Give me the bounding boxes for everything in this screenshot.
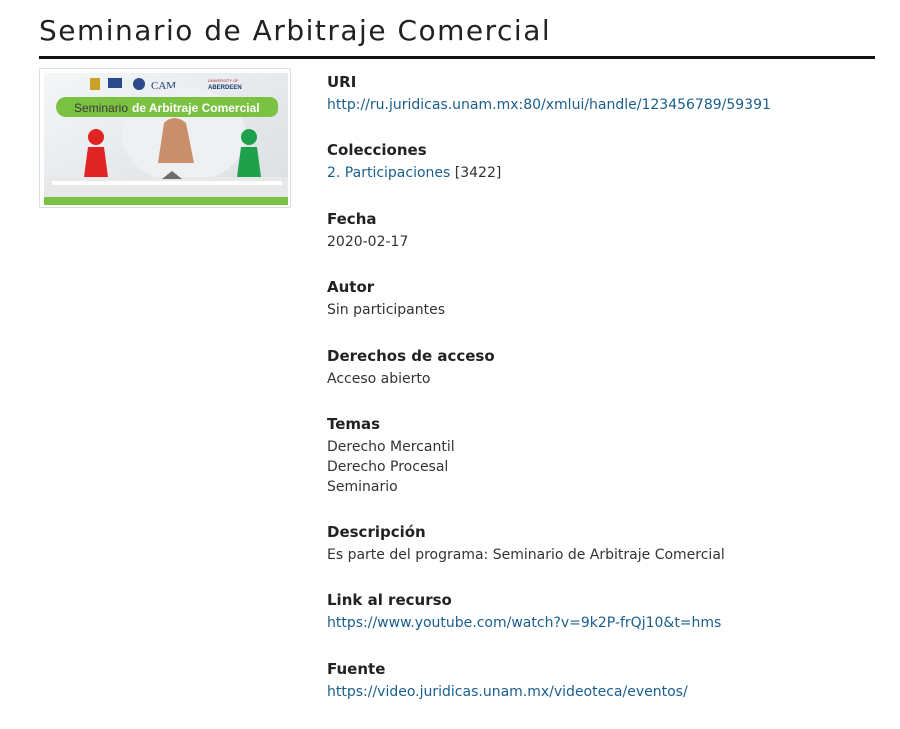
colecciones-label: Colecciones: [327, 141, 427, 160]
descripcion-label: Descripción: [327, 522, 426, 541]
seal-logo-icon: [133, 78, 145, 90]
uri-label: URI: [327, 73, 357, 91]
fuente-link[interactable]: https://video.juridicas.unam.mx/videotec…: [327, 684, 688, 700]
red-pawn-icon: [88, 129, 104, 145]
link-recurso-label: Link al recurso: [327, 591, 452, 610]
tema-item: Derecho Mercantil: [327, 438, 455, 455]
unam-logo-icon: [90, 78, 100, 90]
fuente-label: Fuente: [327, 659, 386, 678]
tema-item: Derecho Procesal: [327, 458, 449, 475]
derechos-value: Acceso abierto: [327, 370, 431, 387]
descripcion-value: Es parte del programa: Seminario de Arbi…: [327, 546, 725, 563]
field-link-recurso: Link al recurso https://www.youtube.com/…: [327, 589, 877, 657]
derechos-label: Derechos de acceso: [327, 346, 495, 365]
field-colecciones: Colecciones 2. Participaciones [3422]: [327, 139, 877, 207]
page-title: Seminario de Arbitraje Comercial: [39, 14, 552, 47]
coleccion-count: [3422]: [454, 165, 502, 182]
institute-logo-icon: [108, 78, 122, 88]
metadata-fields: URI http://ru.juridicas.unam.mx:80/xmlui…: [327, 71, 877, 726]
thumbnail-image: CAM UNIVERSITY OF ABERDEEN Seminario de …: [44, 73, 288, 205]
coleccion-link[interactable]: 2. Participaciones: [327, 165, 450, 181]
banner-text-title: de Arbitraje Comercial: [132, 101, 260, 115]
green-pawn-icon: [241, 129, 257, 145]
uri-link[interactable]: http://ru.juridicas.unam.mx:80/xmlui/han…: [327, 97, 771, 113]
field-autor: Autor Sin participantes: [327, 276, 877, 344]
autor-value: Sin participantes: [327, 302, 446, 319]
fecha-label: Fecha: [327, 209, 377, 228]
temas-label: Temas: [327, 414, 381, 433]
field-temas: Temas Derecho Mercantil Derecho Procesal…: [327, 413, 877, 521]
item-thumbnail[interactable]: CAM UNIVERSITY OF ABERDEEN Seminario de …: [39, 68, 291, 208]
aberdeen-small-text: UNIVERSITY OF: [208, 78, 239, 83]
link-recurso-link[interactable]: https://www.youtube.com/watch?v=9k2P-frQ…: [327, 615, 721, 631]
title-divider: [39, 56, 875, 59]
fecha-value: 2020-02-17: [327, 233, 409, 250]
aberdeen-logo-text: ABERDEEN: [208, 85, 242, 91]
field-fecha: Fecha 2020-02-17: [327, 208, 877, 276]
tema-item: Seminario: [327, 478, 398, 495]
field-descripcion: Descripción Es parte del programa: Semin…: [327, 521, 877, 589]
autor-label: Autor: [327, 278, 375, 297]
field-derechos: Derechos de acceso Acceso abierto: [327, 345, 877, 413]
field-uri: URI http://ru.juridicas.unam.mx:80/xmlui…: [327, 71, 877, 139]
field-fuente: Fuente https://video.juridicas.unam.mx/v…: [327, 658, 877, 726]
banner-text-seminario: Seminario: [74, 101, 128, 115]
